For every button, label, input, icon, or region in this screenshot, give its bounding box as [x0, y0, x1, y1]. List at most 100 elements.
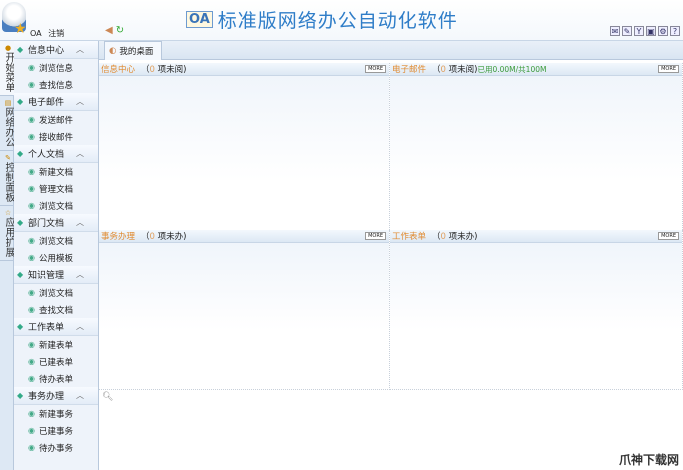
tab-my-desktop[interactable]: ◐ 我的桌面 [104, 41, 163, 60]
item-icon: ◉ [28, 305, 35, 314]
item-label: 浏览文档 [39, 236, 74, 247]
star-icon: ★ [14, 21, 27, 37]
group-icon: ◆ [17, 45, 24, 54]
sidebar-item[interactable]: ◉ 待办表单 [14, 370, 98, 387]
sidebar-item[interactable]: ◉ 查找信息 [14, 76, 98, 93]
item-label: 浏览信息 [39, 63, 74, 74]
mail-icon[interactable]: Y [634, 26, 644, 36]
panel-count: （0 项未阅) [141, 63, 186, 75]
desktop-icon: ◐ [109, 46, 117, 56]
group-label: 信息中心 [28, 46, 65, 56]
desktop-panel: 事务办理 （0 项未办) MORE [99, 230, 390, 390]
item-icon: ◉ [28, 374, 35, 383]
header: ★ OA 注销 ◀ ↻ OA 标准版网络办公自动化软件 ✉ ✎ Y ▣ ⚙ ? [0, 0, 683, 41]
group-icon: ◆ [17, 218, 24, 227]
item-icon: ◉ [28, 115, 35, 124]
panel-title[interactable]: 信息中心 [101, 63, 135, 75]
tab-bar: ◐ 我的桌面 [99, 41, 683, 60]
settings-icon[interactable]: ⚙ [658, 26, 668, 36]
count-value: 0 [440, 65, 446, 75]
mail-quota: 已用0.00M/共100M [477, 64, 547, 74]
edit-icon[interactable]: ✎ [622, 26, 632, 36]
back-icon[interactable]: ◀ [105, 25, 113, 36]
help-icon[interactable]: ? [670, 26, 680, 36]
item-label: 接收邮件 [39, 132, 74, 143]
sidebar-group[interactable]: ◆ 事务办理 ︿ [14, 387, 98, 405]
sidebar-item[interactable]: ◉ 浏览文档 [14, 197, 98, 214]
chevron-up-icon[interactable]: ︿ [76, 269, 84, 280]
sidebar-group[interactable]: ◆ 部门文档 ︿ [14, 214, 98, 232]
group-icon: ◆ [17, 391, 24, 400]
vtab-label: 控制面板 [3, 162, 14, 202]
count-value: 0 [149, 232, 155, 242]
sidebar-item[interactable]: ◉ 查找文档 [14, 301, 98, 318]
sidebar-item[interactable]: ◉ 已建事务 [14, 422, 98, 439]
panel-header: 事务办理 （0 项未办) MORE [99, 230, 389, 243]
sidebar-item[interactable]: ◉ 浏览文档 [14, 232, 98, 249]
sidebar-group[interactable]: ◆ 信息中心 ︿ [14, 41, 98, 59]
paren: （ [141, 65, 150, 75]
panel-count: （0 项未办) [432, 230, 477, 242]
main-area: ◐ 我的桌面 信息中心 （0 项未阅) MORE 电子邮件 （0 项未阅) 已用0… [99, 41, 683, 470]
panel-body [99, 243, 389, 389]
sidebar-item[interactable]: ◉ 已建表单 [14, 353, 98, 370]
refresh-icon[interactable]: ↻ [116, 25, 124, 36]
more-button[interactable]: MORE [658, 232, 679, 240]
panel-header: 电子邮件 （0 项未阅) 已用0.00M/共100M MORE [390, 63, 682, 76]
chat-icon[interactable]: ✉ [610, 26, 620, 36]
desktop-panel: 工作表单 （0 项未办) MORE [390, 230, 683, 390]
bulb-icon: ● [4, 44, 12, 52]
sidebar-item[interactable]: ◉ 浏览文档 [14, 284, 98, 301]
sidebar-item[interactable]: ◉ 新建事务 [14, 405, 98, 422]
chevron-up-icon[interactable]: ︿ [76, 96, 84, 107]
count-value: 0 [149, 65, 155, 75]
chevron-up-icon[interactable]: ︿ [76, 217, 84, 228]
group-label: 电子邮件 [28, 98, 65, 108]
item-label: 待办表单 [39, 374, 74, 385]
group-label: 部门文档 [28, 219, 65, 229]
paren: （ [141, 232, 150, 242]
sidebar: ◆ 信息中心 ︿ ◉ 浏览信息 ◉ 查找信息 ◆ 电子邮件 ︿ ◉ 发送邮件 ◉ 接收邮件 ◆ 个人文档 ︿ ◉ 新… [14, 41, 99, 470]
panel-title[interactable]: 事务办理 [101, 230, 135, 242]
sidebar-group[interactable]: ◆ 知识管理 ︿ [14, 266, 98, 284]
sidebar-item[interactable]: ◉ 管理文档 [14, 180, 98, 197]
item-icon: ◉ [28, 288, 35, 297]
search-icon[interactable]: 🔍︎ [102, 392, 113, 402]
desktop-panel: 信息中心 （0 项未阅) MORE [99, 63, 390, 250]
panel-body [99, 76, 389, 249]
image-icon[interactable]: ▣ [646, 26, 656, 36]
vertical-tabs: ●开始菜单 ▤网络办公 ✎控制面板 ☆应用扩展 [0, 41, 16, 470]
chevron-up-icon[interactable]: ︿ [76, 148, 84, 159]
more-button[interactable]: MORE [365, 232, 386, 240]
more-button[interactable]: MORE [658, 65, 679, 73]
sidebar-group[interactable]: ◆ 个人文档 ︿ [14, 145, 98, 163]
item-icon: ◉ [28, 357, 35, 366]
sidebar-item[interactable]: ◉ 新建文档 [14, 163, 98, 180]
chevron-up-icon[interactable]: ︿ [76, 44, 84, 55]
chevron-up-icon[interactable]: ︿ [76, 390, 84, 401]
item-icon: ◉ [28, 340, 35, 349]
item-icon: ◉ [28, 409, 35, 418]
item-icon: ◉ [28, 201, 35, 210]
item-icon: ◉ [28, 63, 35, 72]
sidebar-item[interactable]: ◉ 新建表单 [14, 336, 98, 353]
logout-link[interactable]: 注销 [48, 29, 64, 38]
sidebar-group[interactable]: ◆ 工作表单 ︿ [14, 318, 98, 336]
oa-icon: ▤ [4, 99, 12, 107]
more-button[interactable]: MORE [365, 65, 386, 73]
sidebar-item[interactable]: ◉ 发送邮件 [14, 111, 98, 128]
panel-title[interactable]: 电子邮件 [392, 63, 426, 75]
tools-icon: ✎ [4, 154, 12, 162]
sidebar-item[interactable]: ◉ 待办事务 [14, 439, 98, 456]
vtab-label: 应用扩展 [3, 217, 14, 257]
chevron-up-icon[interactable]: ︿ [76, 321, 84, 332]
sidebar-item[interactable]: ◉ 公用模板 [14, 249, 98, 266]
sidebar-item[interactable]: ◉ 浏览信息 [14, 59, 98, 76]
item-icon: ◉ [28, 80, 35, 89]
item-label: 查找信息 [39, 80, 74, 91]
panel-title[interactable]: 工作表单 [392, 230, 426, 242]
sidebar-group[interactable]: ◆ 电子邮件 ︿ [14, 93, 98, 111]
sidebar-item[interactable]: ◉ 接收邮件 [14, 128, 98, 145]
vtab-label: 开始菜单 [3, 52, 14, 92]
item-label: 新建事务 [39, 409, 74, 420]
